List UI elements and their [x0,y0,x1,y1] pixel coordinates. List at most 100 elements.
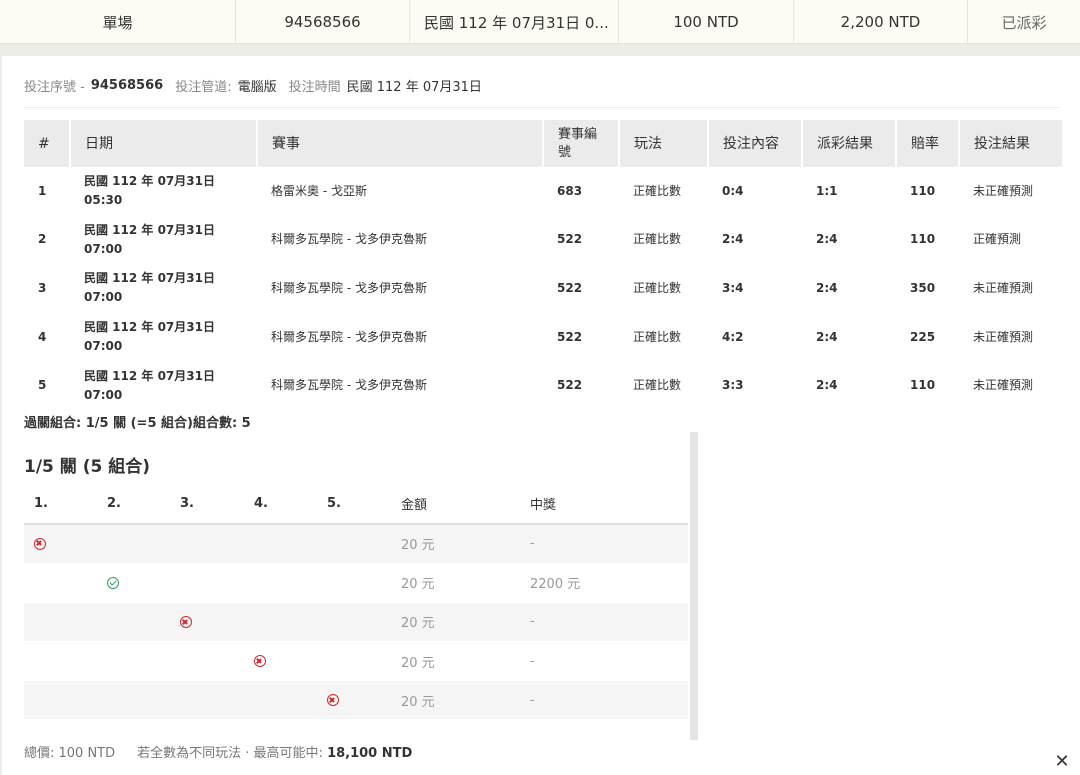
row-no: 3 [38,280,47,295]
combo-amount: 20 元 [391,524,520,564]
header-bet: 投注內容 [708,120,803,167]
bet-detail-panel: 投注序號 - 94568566 投注管道: 電腦版 投注時間 民國 112 年 … [2,56,1080,775]
header-no: # [24,120,71,167]
row-outcome: 未正確預測 [973,183,1034,198]
cross-circle-icon [327,694,339,707]
header-outcome: 投注結果 [959,120,1062,167]
serial-label: 投注序號 - [24,80,85,95]
table-row: 4 民國 112 年 07月31日 07:00 科爾多瓦學院 - 戈多伊克魯斯 5… [24,313,1062,362]
table-row: 20 元 2200 元 [24,563,688,603]
row-bet: 3:3 [722,378,744,393]
matches-header: # 日期 賽事 賽事編號 玩法 投注內容 派彩結果 賠率 投注結果 [24,120,1062,167]
table-row: 20 元 - [24,602,688,643]
row-code: 683 [557,183,583,198]
row-odds: 110 [910,232,936,247]
row-play: 正確比數 [633,232,682,247]
combo-header-5: 5. [317,484,391,525]
row-outcome: 未正確預測 [973,280,1034,295]
table-row: 20 元 - [24,680,688,721]
footer-max: 18,100 NTD [327,746,413,761]
row-result: 2:4 [816,329,838,344]
row-odds: 350 [910,280,936,295]
combo-header-4: 4. [244,484,317,525]
combo-header-amount: 金額 [391,484,520,525]
row-play: 正確比數 [633,183,682,198]
table-row: 20 元 - [24,524,688,564]
row-bet: 2:4 [722,232,744,247]
row-result: 2:4 [816,280,838,295]
serial-value: 94568566 [90,78,164,93]
row-bet: 3:4 [722,280,744,295]
channel-value: 電腦版 [237,80,277,95]
cross-circle-icon [254,655,266,668]
row-odds: 225 [910,329,936,344]
combo-header-3: 3. [170,484,244,525]
row-date: 民國 112 年 07月31日 07:00 [84,271,215,305]
footer-total: 總價: 100 NTD [24,746,116,761]
summary-serial: 94568566 [236,0,410,44]
row-event: 科爾多瓦學院 - 戈多伊克魯斯 [271,329,427,344]
check-circle-icon [107,576,119,589]
combo-summary: 過關組合: 1/5 關 (=5 組合)組合數: 5 [24,416,251,431]
combo-breakdown: 1/5 關 (5 組合) 1. 2. 3. 4. 5. 金額 中獎 20 元 -… [24,432,698,740]
header-code: 賽事編號 [543,120,620,167]
combo-prize: - [520,680,688,721]
table-row: 1 民國 112 年 07月31日 05:30 格雷米奧 - 戈亞斯 683 正確… [24,167,1062,216]
combo-header: 1. 2. 3. 4. 5. 金額 中獎 [24,484,688,525]
row-bet: 0:4 [722,183,744,198]
combo-header-1: 1. [24,484,97,525]
table-row: 20 元 - [24,641,688,682]
row-play: 正確比數 [633,280,682,295]
table-row: 2 民國 112 年 07月31日 07:00 科爾多瓦學院 - 戈多伊克魯斯 5… [24,216,1062,265]
combo-prize: - [520,602,688,643]
summary-stake: 100 NTD [619,0,794,44]
combo-amount: 20 元 [391,563,520,603]
row-date: 民國 112 年 07月31日 07:00 [84,368,215,402]
header-date: 日期 [70,120,258,167]
row-code: 522 [557,329,583,344]
table-row: 5 民國 112 年 07月31日 07:00 科爾多瓦學院 - 戈多伊克魯斯 5… [24,361,1062,410]
combo-header-2: 2. [97,484,170,525]
combo-prize: - [520,641,688,682]
row-outcome: 正確預測 [973,232,1022,247]
table-row: 3 民國 112 年 07月31日 07:00 科爾多瓦學院 - 戈多伊克魯斯 5… [24,264,1062,313]
row-code: 522 [557,232,583,247]
row-no: 1 [38,183,47,198]
combo-prize: 2200 元 [520,563,688,603]
combo-header-prize: 中獎 [520,484,688,525]
row-odds: 110 [910,378,936,393]
row-result: 1:1 [816,183,838,198]
row-no: 5 [38,378,47,393]
row-play: 正確比數 [633,378,682,393]
row-event: 格雷米奧 - 戈亞斯 [271,183,367,198]
row-odds: 110 [910,183,936,198]
summary-status: 已派彩 [1001,13,1047,32]
row-play: 正確比數 [633,329,682,344]
row-result: 2:4 [816,232,838,247]
header-play: 玩法 [619,120,709,167]
combo-amount: 20 元 [391,680,520,721]
combo-table: 1. 2. 3. 4. 5. 金額 中獎 20 元 - 20 元 2200 元 … [24,484,688,721]
time-label: 投注時間 [288,80,341,95]
row-event: 科爾多瓦學院 - 戈多伊克魯斯 [271,280,427,295]
row-result: 2:4 [816,378,838,393]
header-result: 派彩結果 [802,120,897,167]
summary-type: 單場 [0,0,236,44]
row-no: 4 [38,329,47,344]
cross-circle-icon [34,537,46,550]
row-date: 民國 112 年 07月31日 07:00 [84,222,215,256]
bet-summary-row[interactable]: 單場 94568566 民國 112 年 07月31日 0... 100 NTD… [0,0,1080,44]
summary-payout: 2,200 NTD [794,0,968,44]
row-event: 科爾多瓦學院 - 戈多伊克魯斯 [271,378,427,393]
close-icon[interactable]: ✕ [1054,753,1070,771]
footer-note: 若全數為不同玩法 · 最高可能中: [137,746,323,761]
bet-footer: 總價: 100 NTD 若全數為不同玩法 · 最高可能中: 18,100 NTD [24,742,412,761]
header-event: 賽事 [257,120,544,167]
time-value: 民國 112 年 07月31日 [346,80,482,95]
combo-amount: 20 元 [391,641,520,682]
combo-amount: 20 元 [391,602,520,643]
channel-label: 投注管道: [175,80,232,95]
combo-prize: - [520,524,688,564]
bet-meta: 投注序號 - 94568566 投注管道: 電腦版 投注時間 民國 112 年 … [24,74,1060,108]
row-outcome: 未正確預測 [973,329,1034,344]
